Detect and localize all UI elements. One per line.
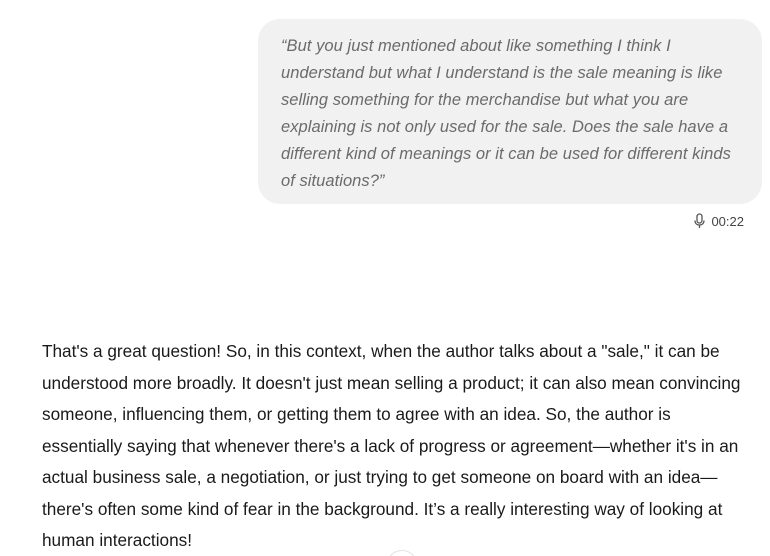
- chat-page: “But you just mentioned about like somet…: [0, 0, 770, 556]
- voice-message-meta[interactable]: 00:22: [693, 213, 744, 229]
- microphone-icon: [694, 213, 706, 228]
- user-message-text: “But you just mentioned about like somet…: [281, 37, 731, 190]
- user-message-bubble: “But you just mentioned about like somet…: [258, 19, 762, 204]
- assistant-message: That's a great question! So, in this con…: [42, 336, 754, 556]
- voice-duration: 00:22: [711, 213, 744, 229]
- assistant-message-text: That's a great question! So, in this con…: [42, 341, 741, 550]
